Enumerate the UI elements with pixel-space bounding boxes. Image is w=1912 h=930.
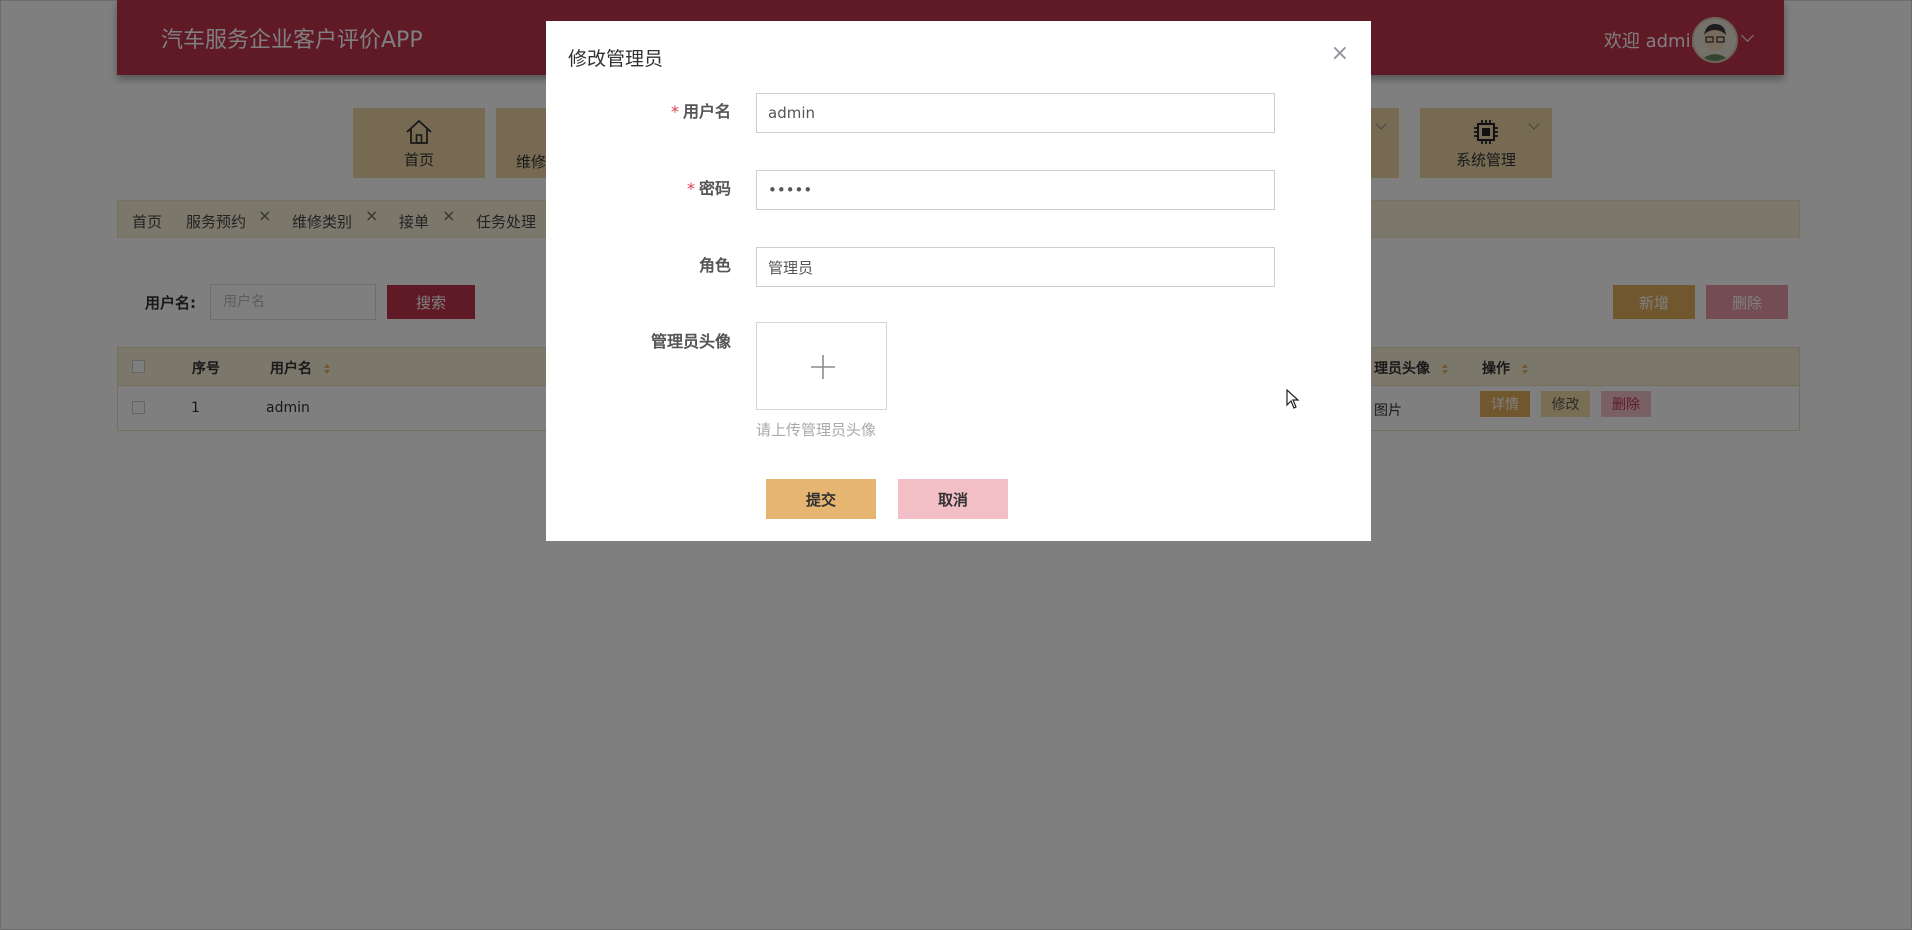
role-label: 角色 <box>546 252 731 276</box>
username-label-text: 用户名 <box>682 102 731 121</box>
password-label-text: 密码 <box>698 179 731 198</box>
username-field[interactable] <box>756 93 1275 133</box>
role-field[interactable] <box>756 247 1275 287</box>
avatar-label: 管理员头像 <box>546 328 731 352</box>
app-root: 汽车服务企业客户评价APP 欢迎 admin 首页 维修 <box>0 0 1912 930</box>
required-mark: * <box>670 102 679 121</box>
dialog-title: 修改管理员 <box>568 48 664 70</box>
plus-icon <box>811 355 835 379</box>
required-mark: * <box>686 179 695 198</box>
submit-button[interactable]: 提交 <box>766 479 876 519</box>
password-label: * 密码 <box>546 175 731 199</box>
edit-admin-dialog: 修改管理员 × *用户名 *密码 角色 管理员头像 请上传管理员头像 提交 取消 <box>546 21 1371 541</box>
cancel-button[interactable]: 取消 <box>898 479 1008 519</box>
avatar-uploader[interactable] <box>756 322 887 410</box>
role-label-text: 角色 <box>698 256 731 275</box>
mouse-cursor-icon <box>1286 389 1300 409</box>
avatar-label-text: 管理员头像 <box>650 332 731 351</box>
upload-hint: 请上传管理员头像 <box>756 421 877 439</box>
password-field[interactable] <box>756 170 1275 210</box>
username-label: * 用户名 <box>546 98 731 122</box>
close-icon[interactable]: × <box>1331 41 1349 66</box>
